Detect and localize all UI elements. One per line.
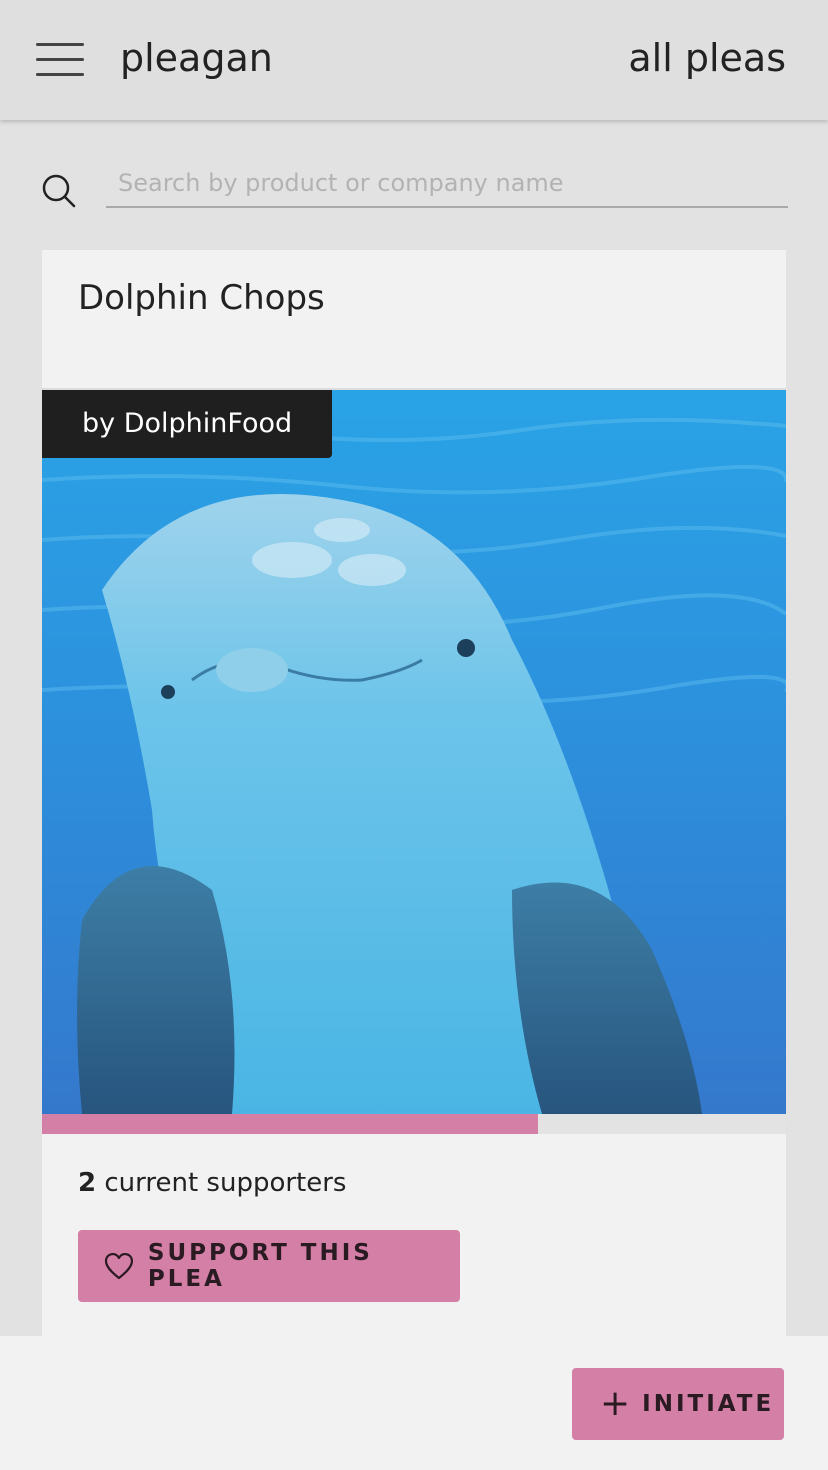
initiate-label: INITIATE <box>642 1391 775 1417</box>
plea-image[interactable]: by DolphinFood <box>42 390 786 1114</box>
top-app-bar: pleagan all pleas <box>0 0 828 120</box>
hamburger-menu-icon[interactable] <box>36 43 84 77</box>
support-progress-fill <box>42 1114 539 1134</box>
brand-title[interactable]: pleagan <box>120 36 273 80</box>
support-progress-bar <box>42 1114 786 1134</box>
search-input[interactable] <box>106 160 788 208</box>
plea-card[interactable]: Dolphin Chops by DolphinFood 2 current s… <box>42 250 786 1336</box>
supporter-number: 2 <box>78 1168 97 1198</box>
support-plea-label: SUPPORT THIS PLEA <box>147 1240 373 1292</box>
bottom-action-bar: + INITIATE <box>0 1336 828 1470</box>
supporters-label: current supporters <box>96 1168 347 1198</box>
initiate-button[interactable]: + INITIATE <box>572 1368 784 1440</box>
company-badge[interactable]: by DolphinFood <box>42 390 333 458</box>
support-plea-button[interactable]: SUPPORT THIS PLEA <box>78 1230 460 1302</box>
plus-icon: + <box>600 1383 631 1424</box>
heart-icon <box>104 1252 134 1280</box>
supporters-count: 2 current supporters <box>78 1168 346 1198</box>
dolphin-photo <box>42 390 786 1114</box>
search-icon[interactable] <box>40 170 80 210</box>
all-pleas-link[interactable]: all pleas <box>628 36 786 80</box>
plea-title[interactable]: Dolphin Chops <box>78 278 325 318</box>
